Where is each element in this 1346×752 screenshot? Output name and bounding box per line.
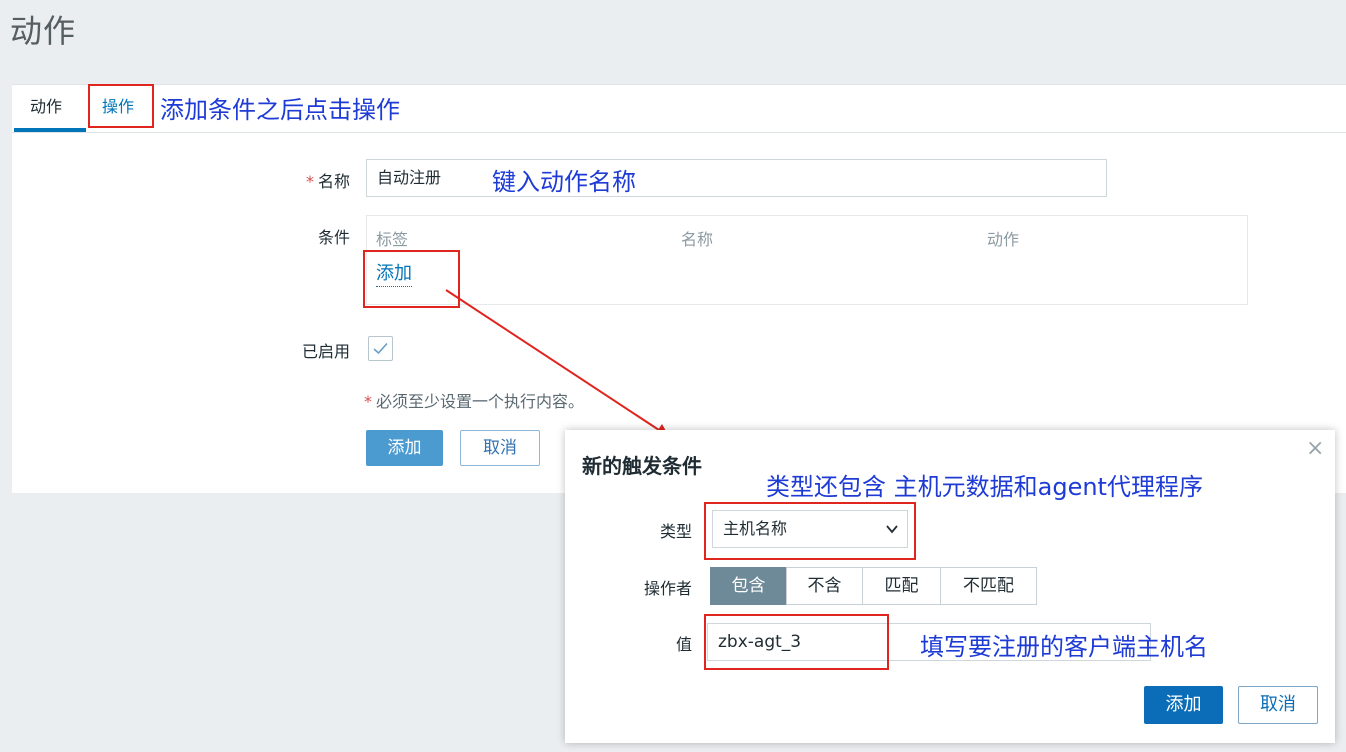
operator-contains[interactable]: 包含 (710, 567, 787, 605)
operator-not-matches[interactable]: 不匹配 (940, 567, 1037, 605)
dialog-cancel-button[interactable]: 取消 (1238, 686, 1318, 724)
operator-not-contains[interactable]: 不含 (786, 567, 863, 605)
operator-label: 操作者 (643, 579, 692, 598)
type-label: 类型 (659, 522, 692, 541)
annotation-fill-hostname: 填写要注册的客户端主机名 (920, 633, 1208, 661)
annotation-type-includes: 类型还包含 主机元数据和agent代理程序 (766, 473, 1203, 501)
value-label: 值 (675, 635, 692, 654)
highlight-type-select (704, 502, 916, 560)
dialog-add-button[interactable]: 添加 (1144, 686, 1223, 724)
operator-matches[interactable]: 匹配 (862, 567, 941, 605)
close-icon[interactable]: × (1306, 436, 1324, 461)
dialog-title: 新的触发条件 (582, 454, 702, 478)
highlight-value-input (704, 614, 889, 670)
